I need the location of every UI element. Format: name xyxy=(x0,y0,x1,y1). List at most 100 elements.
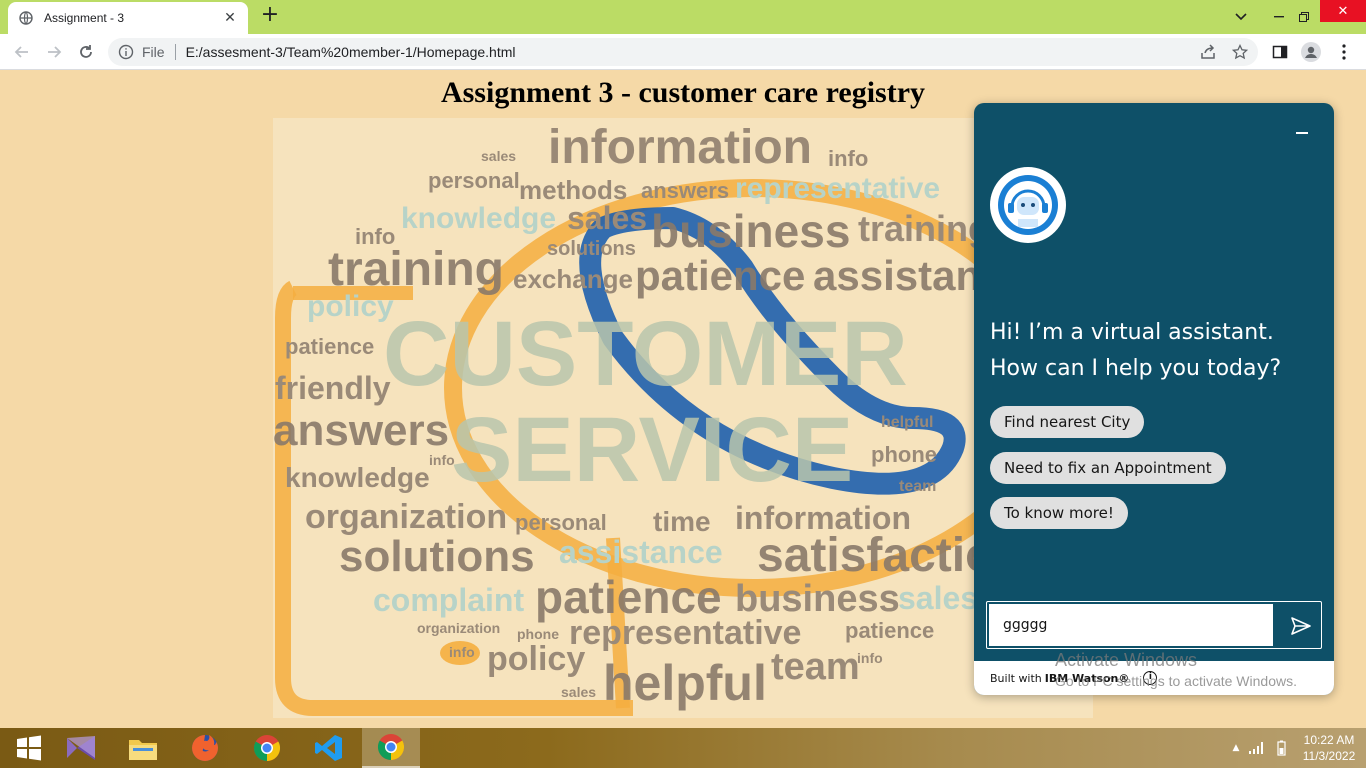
taskbar-clock[interactable]: 10:22 AM 11/3/2022 xyxy=(1292,732,1366,764)
minimize-chat-button[interactable] xyxy=(1294,125,1310,141)
wordcloud-word: policy xyxy=(487,640,586,678)
wordcloud-word: assistance xyxy=(559,534,723,570)
wordcloud-word: info xyxy=(828,146,869,171)
windows-taskbar: ▲ 10:22 AM 11/3/2022 xyxy=(0,728,1366,768)
wordcloud-word: sales xyxy=(561,684,597,700)
restore-window-icon[interactable] xyxy=(1289,0,1319,34)
message-input-wrapper xyxy=(986,601,1322,649)
clock-date: 11/3/2022 xyxy=(1302,749,1356,763)
wordcloud-word: phone xyxy=(871,442,937,467)
tab-strip: Assignment - 3 ✕ + ✕ xyxy=(0,0,1366,34)
wordcloud-word: sales xyxy=(567,200,648,236)
show-hidden-icons-arrow-icon[interactable]: ▲ xyxy=(1228,743,1244,753)
windows-start-button[interactable] xyxy=(0,728,58,768)
activate-windows-title: Activate Windows xyxy=(1055,650,1198,670)
activate-windows-watermark: Activate Windows Go to PC settings to ac… xyxy=(1055,650,1297,689)
firefox-icon xyxy=(192,735,218,761)
wordcloud-word: patience xyxy=(285,334,375,359)
tab-title: Assignment - 3 xyxy=(44,11,125,25)
option-know-more-button[interactable]: To know more! xyxy=(990,497,1128,529)
browser-toolbar: File E:/assesment-3/Team%20member-1/Home… xyxy=(0,34,1366,70)
wordcloud-word: knowledge xyxy=(401,202,557,235)
wordcloud-word: friendly xyxy=(275,370,391,406)
address-bar[interactable]: File E:/assesment-3/Team%20member-1/Home… xyxy=(108,38,1258,66)
taskbar-visual-studio[interactable] xyxy=(52,728,110,768)
wordcloud-word: representative xyxy=(569,614,802,652)
taskbar-chrome[interactable] xyxy=(238,728,296,768)
wordcloud-word: sales xyxy=(898,580,979,616)
wordcloud-word: organization xyxy=(417,620,501,636)
wordcloud-word: policy xyxy=(307,290,394,323)
wordcloud-word: solutions xyxy=(339,532,535,581)
taskbar-vscode[interactable] xyxy=(300,728,358,768)
message-input[interactable] xyxy=(989,604,1273,646)
wordcloud-word: patience xyxy=(635,252,806,299)
wordcloud-word: SERVICE xyxy=(451,399,854,501)
robot-assistant-icon xyxy=(998,175,1058,235)
send-icon xyxy=(1291,617,1311,635)
battery-icon[interactable] xyxy=(1270,740,1292,756)
share-icon[interactable] xyxy=(1198,42,1218,62)
browser-tab[interactable]: Assignment - 3 ✕ xyxy=(8,2,248,34)
assistant-avatar xyxy=(990,167,1066,243)
taskbar-file-explorer[interactable] xyxy=(114,728,172,768)
windows-logo-icon xyxy=(17,735,41,761)
wordcloud-word: personal xyxy=(428,168,520,193)
globe-icon xyxy=(18,10,34,26)
folder-icon xyxy=(129,740,157,760)
wordcloud-word: patience xyxy=(845,618,935,643)
option-find-nearest-city-button[interactable]: Find nearest City xyxy=(990,406,1145,438)
system-tray: ▲ 10:22 AM 11/3/2022 xyxy=(1228,728,1366,768)
chrome-icon xyxy=(377,734,405,761)
wordcloud-word: info xyxy=(857,650,883,666)
url-text: E:/assesment-3/Team%20member-1/Homepage.… xyxy=(185,44,516,60)
new-tab-button[interactable]: + xyxy=(258,4,282,28)
wordcloud-word: answers xyxy=(641,178,730,203)
assistant-greeting: Hi! I’m a virtual assistant. How can I h… xyxy=(990,320,1282,381)
plus-icon: + xyxy=(260,2,280,27)
wordcloud-word: team xyxy=(899,478,937,495)
close-window-button[interactable]: ✕ xyxy=(1320,0,1366,22)
customer-service-wordcloud-image: information sales info personal methods … xyxy=(273,118,1093,718)
wordcloud-word: exchange xyxy=(513,264,633,294)
wordcloud-word: training xyxy=(858,208,990,249)
wordcloud-word: complaint xyxy=(373,582,525,618)
clock-time: 10:22 AM xyxy=(1303,733,1355,747)
back-icon[interactable] xyxy=(10,40,34,64)
wordcloud-word: info xyxy=(449,644,475,660)
wordcloud-word: training xyxy=(328,243,504,296)
activate-windows-subtitle: Go to PC settings to activate Windows. xyxy=(1055,673,1297,689)
send-button[interactable] xyxy=(1287,612,1315,640)
option-fix-appointment-button[interactable]: Need to fix an Appointment xyxy=(990,452,1226,484)
side-panel-icon[interactable] xyxy=(1270,42,1290,62)
wordcloud-word: sales xyxy=(481,148,517,164)
close-icon: ✕ xyxy=(1337,3,1349,19)
wordcloud-word: helpful xyxy=(603,655,767,711)
wordcloud-word: solutions xyxy=(547,238,636,260)
network-signal-icon[interactable] xyxy=(1244,742,1270,754)
virtual-assistant-chat: Hi! I’m a virtual assistant. How can I h… xyxy=(974,103,1334,695)
vscode-icon xyxy=(315,735,342,761)
forward-icon[interactable] xyxy=(42,40,66,64)
wordcloud-word: helpful xyxy=(881,414,934,431)
wordcloud-word: team xyxy=(771,646,860,688)
tab-close-icon[interactable]: ✕ xyxy=(222,10,238,26)
reload-icon[interactable] xyxy=(74,40,98,64)
browser-menu-icon[interactable] xyxy=(1334,42,1354,62)
url-scheme-label: File xyxy=(142,44,176,60)
wordcloud-word: information xyxy=(548,121,812,174)
chrome-icon xyxy=(253,735,281,762)
wordcloud-word: business xyxy=(651,205,851,257)
wordcloud-word: CUSTOMER xyxy=(383,303,908,405)
taskbar-firefox[interactable] xyxy=(176,728,234,768)
bookmark-star-icon[interactable] xyxy=(1230,42,1250,62)
taskbar-chrome-active[interactable] xyxy=(362,728,420,768)
wordcloud-word: representative xyxy=(735,172,941,205)
site-info-icon[interactable] xyxy=(118,44,134,60)
profile-avatar-icon[interactable] xyxy=(1301,42,1321,62)
wordcloud-word: knowledge xyxy=(285,462,430,493)
built-with-label: Built with xyxy=(990,671,1042,685)
tab-search-chevron-icon[interactable] xyxy=(1226,0,1256,34)
visual-studio-icon xyxy=(67,736,95,760)
wordcloud-word: answers xyxy=(273,406,450,455)
